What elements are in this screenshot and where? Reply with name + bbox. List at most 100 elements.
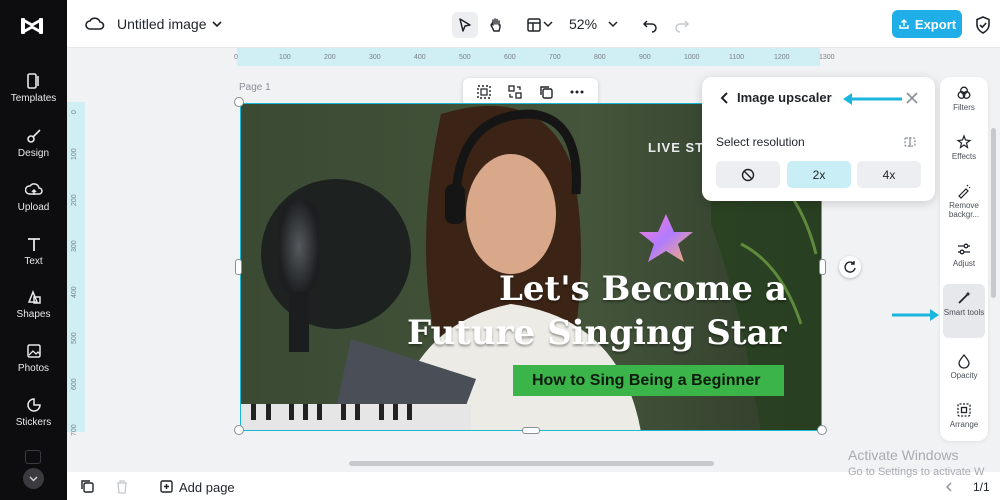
ruler-tick-label: 400 — [71, 286, 78, 298]
annotation-arrow-left-icon — [843, 93, 902, 105]
rail-item-label: Remove backgr... — [948, 201, 980, 219]
ruler-tick-label: 100 — [279, 54, 291, 61]
chevron-down-icon — [29, 476, 38, 482]
ruler-left: 0 100 200 300 400 500 600 700 — [67, 102, 85, 436]
right-tool-rail: Filters Effects Remove backgr... Adjust … — [940, 77, 988, 441]
shapes-icon — [27, 289, 41, 304]
select-tool-button[interactable] — [452, 12, 478, 38]
annotation-arrow-right-icon — [892, 309, 939, 321]
rail-item-adjust[interactable]: Adjust — [943, 241, 985, 268]
ruler-tick-label: 1000 — [684, 54, 700, 61]
ruler-tick-label: 600 — [71, 378, 78, 390]
activate-windows-title: Activate Windows — [848, 447, 959, 463]
sidebar-item-label: Upload — [17, 202, 50, 213]
chevron-down-icon[interactable] — [211, 19, 223, 29]
compare-icon[interactable] — [903, 135, 917, 149]
rail-item-smart-tools[interactable]: Smart tools — [943, 284, 985, 338]
remove-background-icon — [958, 184, 971, 199]
cloud-sync-icon[interactable] — [85, 15, 105, 33]
rail-item-label: Effects — [951, 152, 977, 161]
rail-item-filters[interactable]: Filters — [943, 85, 985, 112]
design-icon — [26, 129, 41, 143]
redo-button[interactable] — [669, 12, 695, 38]
sidebar-item-design[interactable]: Design — [0, 127, 67, 177]
zoom-level[interactable]: 52% — [569, 16, 597, 32]
resolution-4x-button[interactable]: 4x — [857, 161, 921, 188]
resolution-none-button[interactable] — [716, 161, 780, 188]
resize-handle-bottom-left[interactable] — [234, 425, 244, 435]
more-options-icon[interactable] — [569, 84, 585, 100]
undo-button[interactable] — [637, 12, 663, 38]
close-icon[interactable] — [905, 91, 919, 105]
trash-icon[interactable] — [115, 479, 129, 494]
expand-sidebar-button[interactable] — [23, 468, 44, 489]
panel-title: Image upscaler — [737, 90, 832, 105]
document-title[interactable]: Untitled image — [117, 16, 207, 32]
shield-check-icon[interactable] — [974, 15, 992, 35]
redo-icon — [675, 20, 690, 33]
ruler-tick-label: 0 — [234, 54, 238, 61]
capcut-logo-icon[interactable] — [17, 11, 47, 41]
adjust-icon — [958, 243, 970, 255]
sidebar-item-label: Design — [17, 148, 50, 159]
upload-icon — [24, 183, 43, 195]
opacity-icon — [958, 353, 970, 369]
sidebar-item-label: Stickers — [15, 417, 52, 428]
export-icon — [899, 19, 909, 29]
rail-item-opacity[interactable]: Opacity — [943, 353, 985, 380]
headline-line-1[interactable]: Let's Become a — [499, 269, 787, 309]
crop-select-icon[interactable] — [476, 84, 492, 100]
more-icon[interactable] — [25, 450, 41, 464]
resize-handle-bottom[interactable] — [522, 427, 540, 434]
select-resolution-label: Select resolution — [716, 135, 805, 149]
cursor-icon — [459, 18, 471, 32]
subheadline-text: How to Sing Being a Beginner — [532, 371, 761, 389]
vertical-scrollbar[interactable] — [991, 128, 996, 298]
sidebar-item-label: Photos — [17, 363, 50, 374]
rail-item-remove-background[interactable]: Remove backgr... — [943, 183, 985, 219]
duplicate-icon[interactable] — [538, 84, 554, 100]
resize-handle-top-left[interactable] — [234, 97, 244, 107]
ruler-tick-label: 300 — [71, 240, 78, 252]
resize-handle-right[interactable] — [819, 259, 826, 275]
resolution-2x-label: 2x — [812, 167, 826, 182]
add-page-button[interactable]: Add page — [179, 480, 235, 495]
replace-icon[interactable] — [507, 84, 523, 100]
add-page-icon — [160, 480, 173, 493]
resolution-2x-button[interactable]: 2x — [787, 161, 851, 188]
ruler-tick-label: 100 — [71, 148, 78, 160]
sidebar-item-shapes[interactable]: Shapes — [0, 288, 67, 338]
prev-page-icon[interactable] — [945, 481, 953, 493]
live-label[interactable]: LIVE ST — [648, 140, 704, 155]
ruler-tick-label: 1100 — [729, 54, 745, 61]
pages-icon[interactable] — [80, 479, 95, 494]
resize-handle-bottom-right[interactable] — [817, 425, 827, 435]
smart-tools-icon — [958, 291, 971, 304]
horizontal-scrollbar[interactable] — [349, 461, 714, 466]
ruler-tick-label: 500 — [71, 332, 78, 344]
ruler-tick-label: 800 — [594, 54, 606, 61]
sidebar-item-upload[interactable]: Upload — [0, 181, 67, 231]
ruler-tick-label: 900 — [639, 54, 651, 61]
back-chevron-icon[interactable] — [720, 91, 730, 105]
sidebar-item-label: Shapes — [16, 309, 51, 320]
sidebar-item-stickers[interactable]: Stickers — [0, 396, 67, 446]
rail-item-effects[interactable]: Effects — [943, 134, 985, 161]
subheadline-banner[interactable]: How to Sing Being a Beginner — [513, 365, 784, 396]
rail-item-label: Opacity — [950, 371, 978, 380]
layout-icon — [527, 18, 541, 32]
stickers-icon — [26, 398, 41, 412]
resize-handle-left[interactable] — [235, 259, 242, 275]
hand-tool-button[interactable] — [483, 12, 509, 38]
rail-item-arrange[interactable]: Arrange — [943, 402, 985, 429]
export-button[interactable]: Export — [892, 10, 962, 38]
photos-icon — [26, 344, 41, 358]
headline-line-2[interactable]: Future Singing Star — [407, 313, 786, 353]
floating-toolbar — [463, 78, 598, 106]
sidebar-item-text[interactable]: Text — [0, 235, 67, 285]
rotate-handle[interactable] — [839, 256, 861, 278]
chevron-down-icon[interactable] — [608, 20, 618, 28]
chevron-down-icon[interactable] — [543, 20, 553, 28]
sidebar-item-templates[interactable]: Templates — [0, 72, 67, 122]
sidebar-item-photos[interactable]: Photos — [0, 342, 67, 392]
